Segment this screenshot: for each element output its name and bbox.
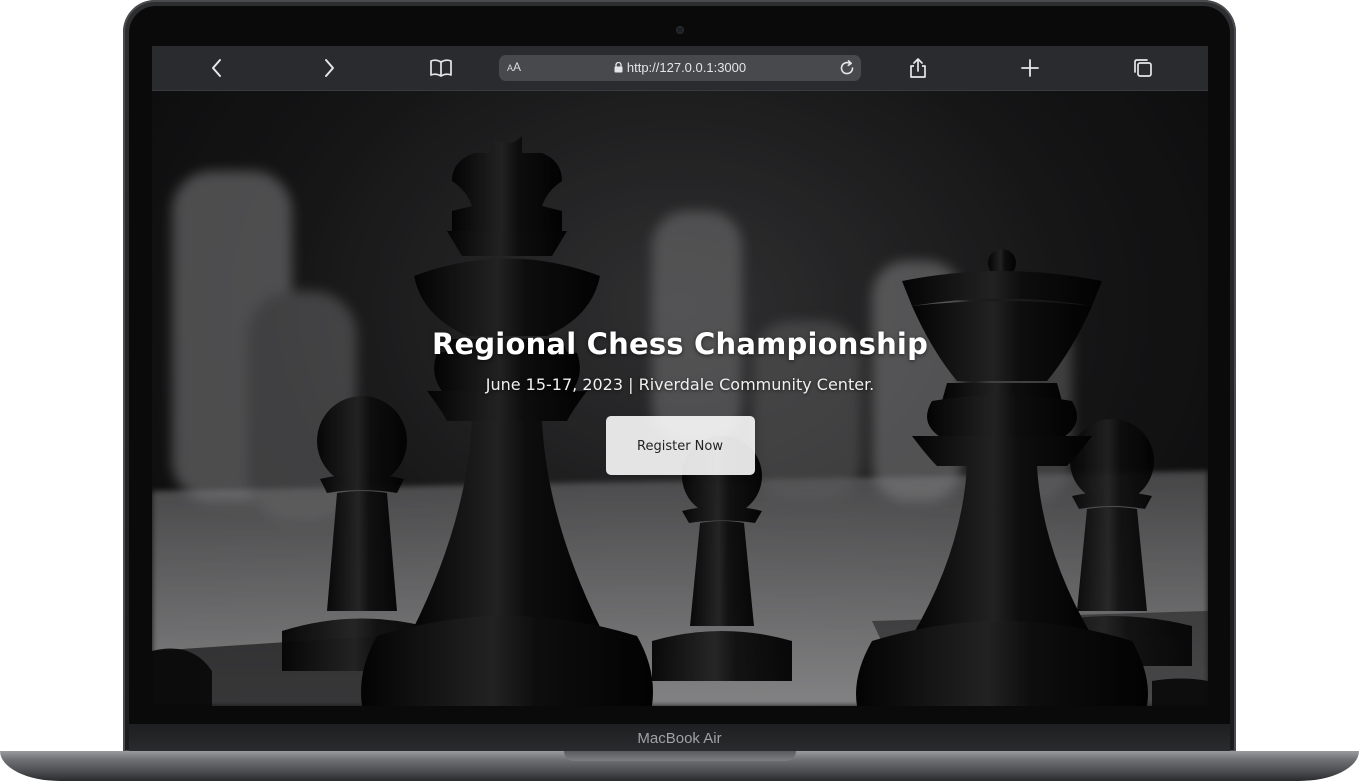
laptop-notch [564,751,796,761]
camera-icon [677,27,683,33]
hero-section: Regional Chess Championship June 15-17, … [152,91,1208,706]
share-icon[interactable] [906,56,930,80]
reload-icon[interactable] [838,59,856,77]
hero-content: Regional Chess Championship June 15-17, … [152,327,1208,475]
tabs-icon[interactable] [1131,56,1155,80]
browser-window: AA http://127.0.0.1:3000 Regional Chess … [152,46,1208,706]
chevron-right-icon[interactable] [317,56,341,80]
hero-title: Regional Chess Championship [431,327,929,361]
lock-icon [614,62,623,73]
chevron-left-icon[interactable] [205,56,229,80]
laptop-frame: AA http://127.0.0.1:3000 Regional Chess … [0,0,1359,781]
address-bar[interactable]: AA http://127.0.0.1:3000 [499,55,861,81]
hero-subtitle: June 15-17, 2023 | Riverdale Community C… [485,375,875,394]
laptop-chin: MacBook Air [129,724,1230,752]
plus-icon[interactable] [1018,56,1042,80]
register-now-button[interactable]: Register Now [605,416,755,475]
url-text: http://127.0.0.1:3000 [626,60,747,75]
browser-toolbar: AA http://127.0.0.1:3000 [152,46,1208,91]
book-icon[interactable] [429,56,453,80]
device-label: MacBook Air [637,729,722,747]
